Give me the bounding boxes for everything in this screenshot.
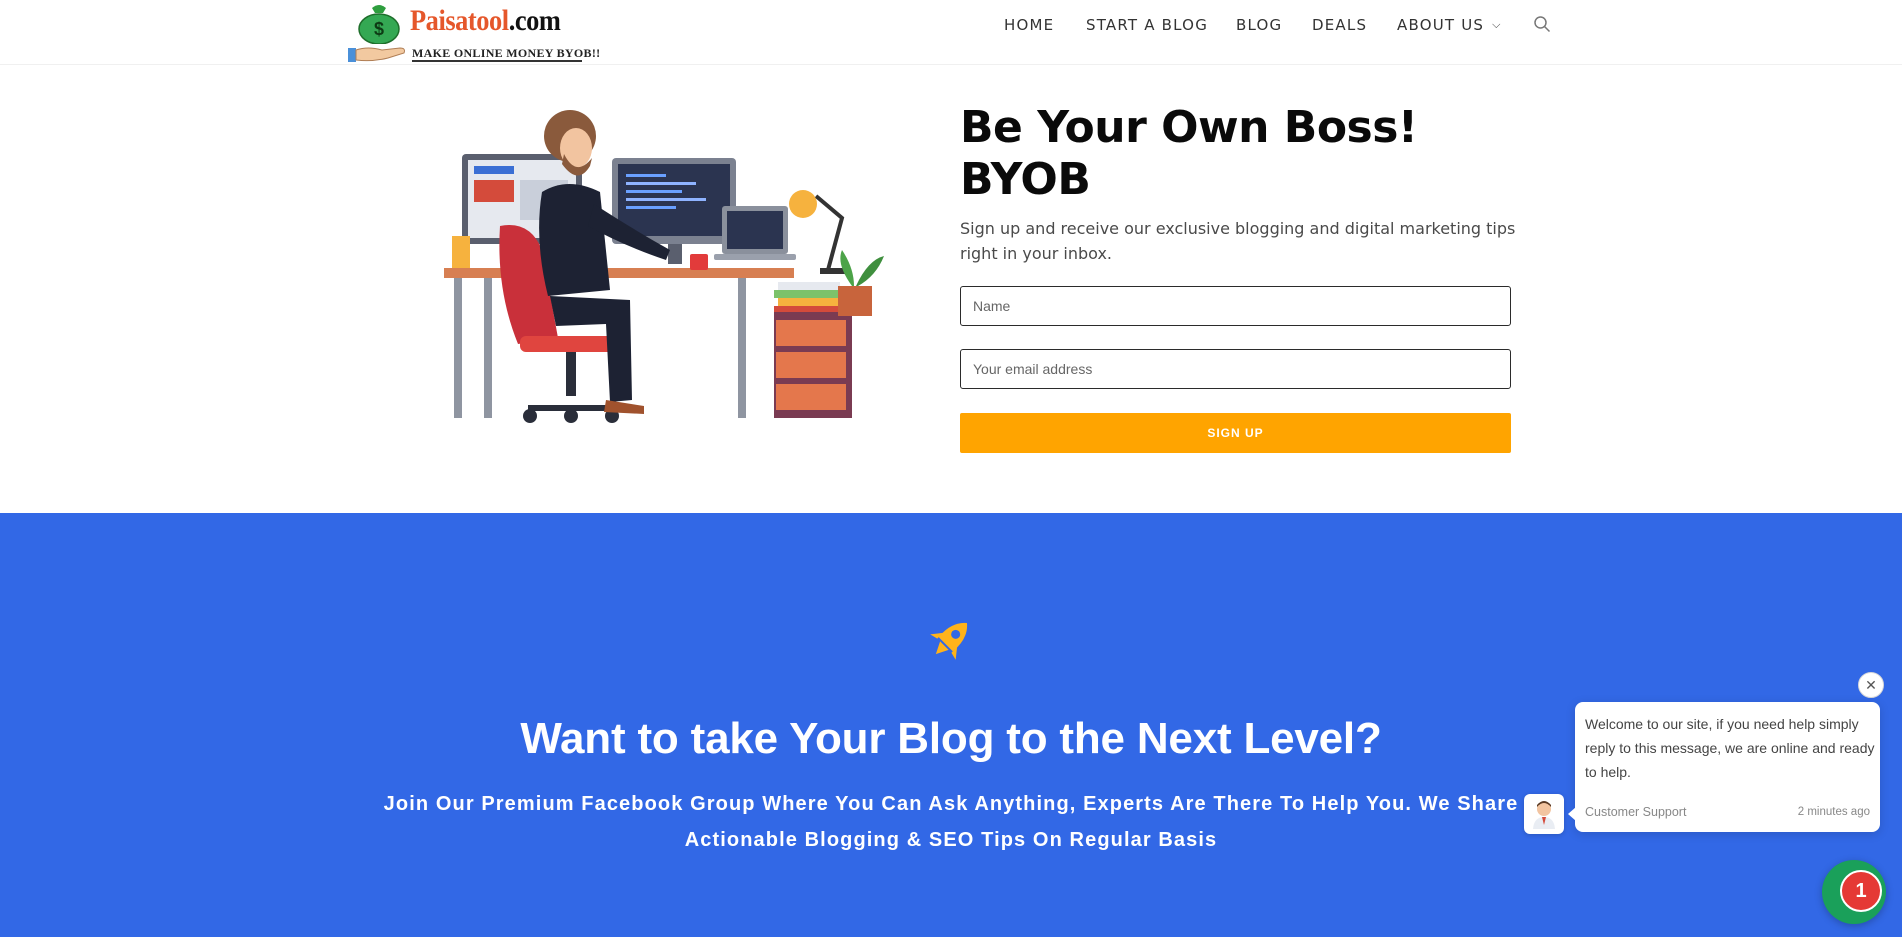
name-field[interactable] (960, 286, 1511, 326)
chat-close-button[interactable]: ✕ (1858, 672, 1884, 698)
nav-home[interactable]: HOME (1004, 16, 1054, 34)
hand-icon (348, 47, 405, 62)
close-icon: ✕ (1865, 676, 1877, 693)
avatar (1524, 794, 1564, 834)
svg-text:$: $ (374, 19, 384, 39)
chat-message: Welcome to our site, if you need help si… (1585, 716, 1875, 780)
support-agent-icon (1533, 801, 1555, 829)
nav-deals[interactable]: DEALS (1312, 16, 1367, 34)
nav-about-us[interactable]: ABOUT US ⌵ (1397, 16, 1502, 34)
notification-badge: 1 (1840, 870, 1882, 912)
brand-tagline: MAKE ONLINE MONEY BYOB!! (412, 46, 601, 62)
hero-title: Be Your Own Boss! BYOB (960, 102, 1418, 206)
hero-title-line2: BYOB (960, 154, 1091, 205)
chat-timestamp: 2 minutes ago (1797, 806, 1870, 818)
nav-about-us-label: ABOUT US (1397, 16, 1485, 34)
signup-button[interactable]: SIGN UP (960, 413, 1511, 453)
chevron-down-icon: ⌵ (1492, 18, 1502, 31)
rocket-icon (930, 622, 968, 660)
brand-name: Paisatool.com (410, 4, 561, 37)
email-field[interactable] (960, 349, 1511, 389)
promo-subtitle: Join Our Premium Facebook Group Where Yo… (383, 793, 1519, 851)
nav-blog[interactable]: BLOG (1236, 16, 1282, 34)
hero-title-line1: Be Your Own Boss! (960, 102, 1418, 153)
search-icon[interactable] (1533, 15, 1551, 33)
site-logo[interactable]: $ Paisatool.com MAKE ONLINE MONEY BYOB!! (348, 2, 601, 64)
hero-subtitle: Sign up and receive our exclusive bloggi… (960, 219, 1516, 263)
chat-sender: Customer Support (1585, 805, 1687, 819)
money-bag-icon: $ (358, 5, 400, 44)
blogger-illustration (444, 110, 884, 423)
site-header: $ Paisatool.com MAKE ONLINE MONEY BYOB!!… (0, 0, 1902, 64)
nav-start-a-blog[interactable]: START A BLOG (1086, 16, 1208, 34)
chat-bubble[interactable]: Welcome to our site, if you need help si… (1568, 702, 1880, 832)
